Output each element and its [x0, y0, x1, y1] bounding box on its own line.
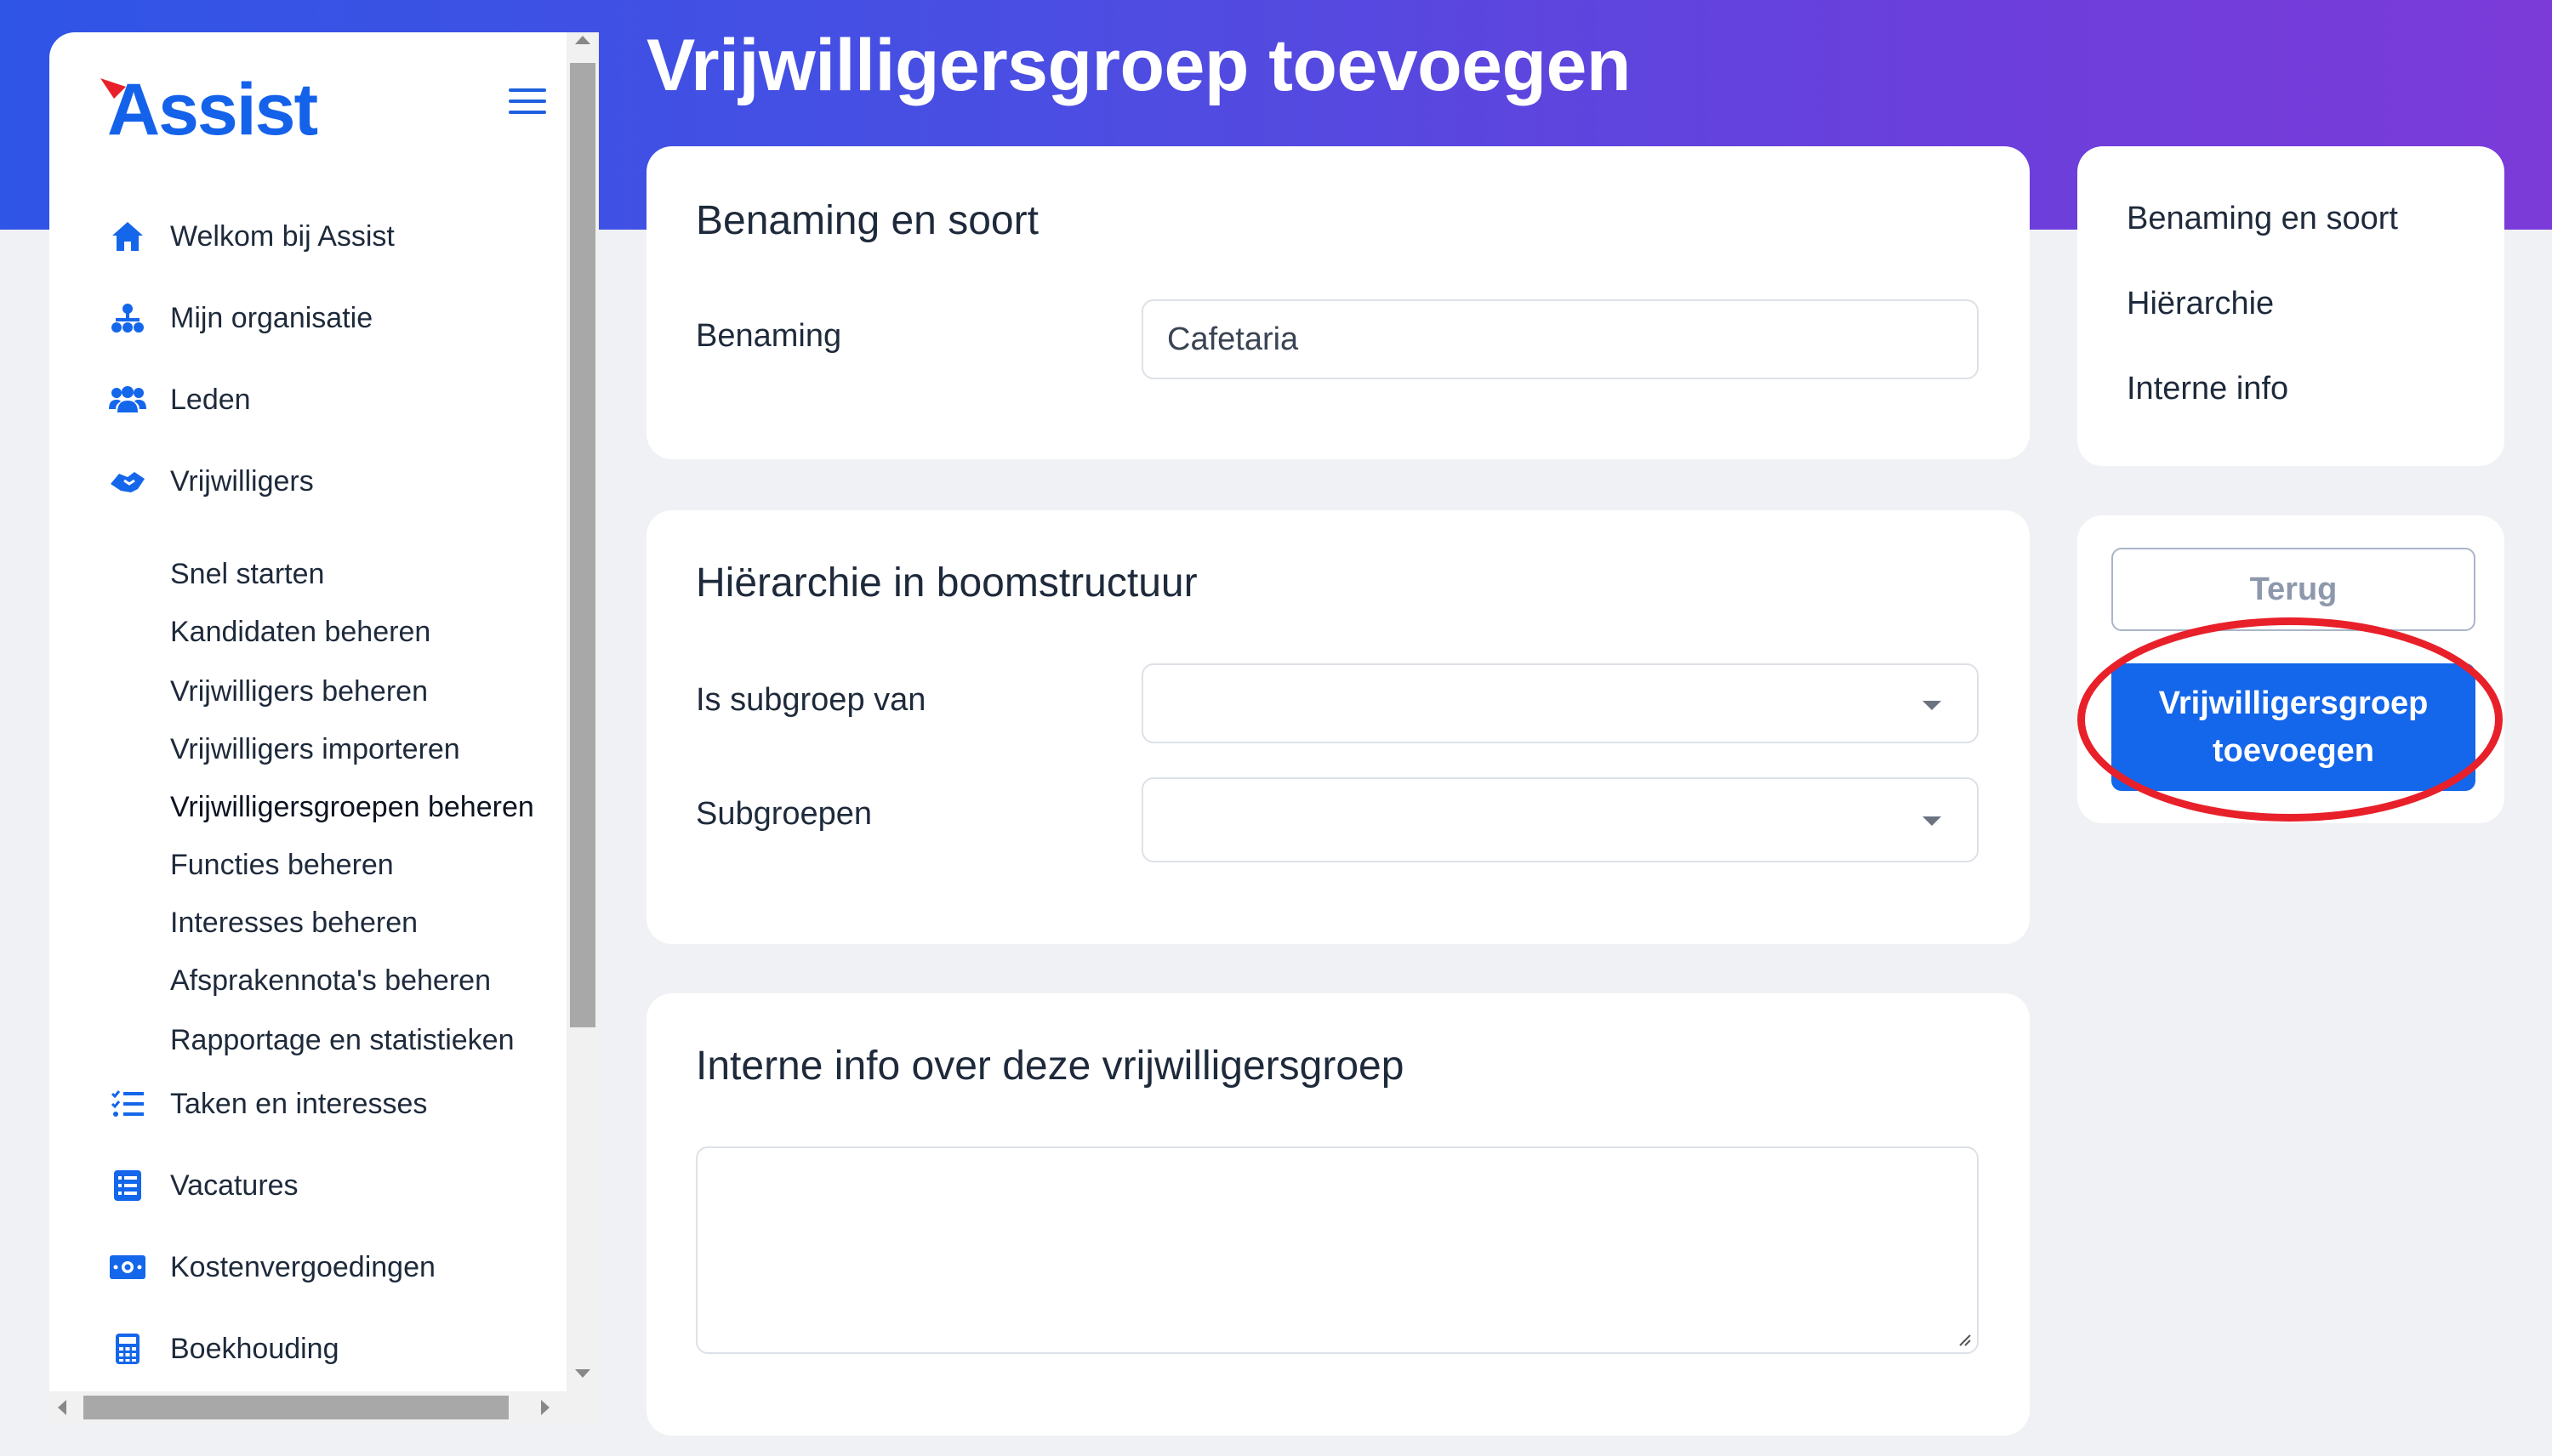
benaming-input[interactable]: Cafetaria [1142, 299, 1979, 379]
toc-link-interne-info[interactable]: Interne info [2127, 371, 2288, 407]
sidebar-item-label: Vacatures [170, 1169, 299, 1202]
card-hierarchie: Hiërarchie in boomstructuur Is subgroep … [647, 510, 2030, 944]
scroll-left-arrow-icon[interactable] [58, 1400, 66, 1415]
home-icon [109, 218, 146, 255]
users-icon [109, 381, 146, 418]
benaming-label: Benaming [696, 318, 842, 354]
sidebar-item-label: Mijn organisatie [170, 301, 373, 334]
sidebar-item-welkom[interactable]: Welkom bij Assist [109, 211, 585, 262]
section-title: Interne info over deze vrijwilligersgroe… [696, 1044, 1404, 1089]
sidebar-item-vacatures[interactable]: Vacatures [109, 1160, 585, 1211]
sidebar-horizontal-scrollbar[interactable] [49, 1391, 599, 1424]
logo[interactable]: Assist [107, 68, 318, 152]
sidebar-subitem-afsprakennotas[interactable]: Afsprakennota's beheren [170, 964, 491, 998]
sidebar-item-leden[interactable]: Leden [109, 374, 585, 425]
resize-handle-icon[interactable] [1957, 1332, 1972, 1347]
sidebar-subitem-snel-starten[interactable]: Snel starten [170, 558, 324, 591]
sidebar-item-label: Taken en interesses [170, 1087, 428, 1120]
subgroups-select[interactable] [1142, 777, 1979, 862]
chevron-down-icon [1923, 701, 1941, 710]
parent-group-label: Is subgroep van [696, 682, 926, 718]
sidebar-item-vrijwilligers[interactable]: Vrijwilligers [109, 456, 585, 507]
scroll-up-arrow-icon[interactable] [575, 36, 590, 44]
menu-toggle-icon[interactable] [509, 88, 546, 117]
calculator-icon [109, 1330, 146, 1368]
list-icon [109, 1167, 146, 1204]
subgroups-label: Subgroepen [696, 796, 873, 832]
sidebar-item-label: Leden [170, 383, 251, 416]
tasks-icon [109, 1085, 146, 1123]
interne-info-textarea[interactable] [696, 1146, 1979, 1354]
card-toc: Benaming en soort Hiërarchie Interne inf… [2077, 146, 2504, 466]
sidebar-subitem-importeren[interactable]: Vrijwilligers importeren [170, 733, 460, 766]
scroll-right-arrow-icon[interactable] [541, 1400, 550, 1415]
scrollbar-thumb[interactable] [83, 1396, 509, 1419]
sidebar-item-label: Kostenvergoedingen [170, 1250, 436, 1283]
money-icon [109, 1248, 146, 1286]
parent-group-select[interactable] [1142, 663, 1979, 743]
sidebar-subitem-interesses[interactable]: Interesses beheren [170, 907, 418, 940]
section-title: Benaming en soort [696, 198, 1039, 243]
sidebar-subitem-groepen-beheren[interactable]: Vrijwilligersgroepen beheren [170, 791, 534, 824]
section-title: Hiërarchie in boomstructuur [696, 560, 1198, 606]
card-benaming: Benaming en soort Benaming Cafetaria [647, 146, 2030, 459]
sidebar-item-boekhouding[interactable]: Boekhouding [109, 1323, 585, 1374]
toc-link-hierarchie[interactable]: Hiërarchie [2127, 286, 2274, 322]
sidebar-item-label: Welkom bij Assist [170, 219, 395, 253]
sidebar: Assist Welkom bij Assist Mijn organisati… [49, 32, 599, 1424]
sidebar-subitem-kandidaten[interactable]: Kandidaten beheren [170, 616, 430, 649]
sidebar-item-label: Boekhouding [170, 1332, 339, 1365]
sidebar-subitem-vrijwilligers-beheren[interactable]: Vrijwilligers beheren [170, 675, 428, 708]
sidebar-subitem-rapportage[interactable]: Rapportage en statistieken [170, 1024, 514, 1057]
scrollbar-thumb[interactable] [570, 63, 595, 1027]
sidebar-item-taken[interactable]: Taken en interesses [109, 1078, 585, 1129]
sidebar-item-kostenvergoedingen[interactable]: Kostenvergoedingen [109, 1242, 585, 1293]
chevron-down-icon [1923, 816, 1941, 826]
sidebar-item-label: Vrijwilligers [170, 464, 314, 498]
sidebar-item-organisatie[interactable]: Mijn organisatie [109, 293, 585, 344]
toc-link-benaming[interactable]: Benaming en soort [2127, 201, 2398, 237]
handshake-icon [109, 463, 146, 500]
org-chart-icon [109, 299, 146, 337]
sidebar-subitem-functies[interactable]: Functies beheren [170, 849, 394, 882]
page-title: Vrijwilligersgroep toevoegen [647, 25, 1631, 106]
add-group-button[interactable]: Vrijwilligersgroep toevoegen [2111, 663, 2475, 791]
back-button[interactable]: Terug [2111, 548, 2475, 631]
card-interne-info: Interne info over deze vrijwilligersgroe… [647, 993, 2030, 1436]
scroll-down-arrow-icon[interactable] [575, 1369, 590, 1378]
benaming-value: Cafetaria [1167, 321, 1299, 357]
sidebar-vertical-scrollbar[interactable] [567, 32, 599, 1393]
